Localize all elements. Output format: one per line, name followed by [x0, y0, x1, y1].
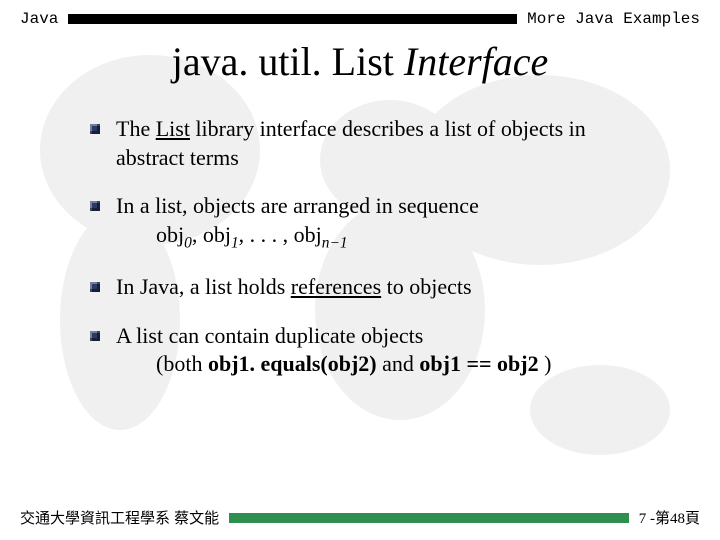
bullet-1: The List library interface describes a l… — [90, 115, 650, 172]
slide-title: java. util. List Interface — [0, 38, 720, 85]
slide-header: Java More Java Examples — [0, 0, 720, 28]
bullet-2: In a list, objects are arranged in seque… — [90, 192, 650, 253]
sequence-notation: obj0, obj1, . . . , objn−1 — [156, 221, 650, 253]
title-interface: Interface — [394, 39, 548, 84]
bullet-3: In Java, a list holds references to obje… — [90, 273, 650, 302]
bullet-list: The List library interface describes a l… — [90, 115, 650, 379]
title-package: java. util. List — [172, 39, 394, 84]
header-left: Java — [20, 10, 68, 28]
bullet-4: A list can contain duplicate objects (bo… — [90, 322, 650, 379]
header-bar — [68, 14, 517, 24]
equals-expr: obj1. equals(obj2) — [208, 351, 377, 376]
footer-right: 7 -第48頁 — [629, 507, 700, 528]
underline-list: List — [156, 116, 190, 141]
header-right: More Java Examples — [517, 10, 700, 28]
underline-references: references — [291, 274, 381, 299]
footer-left: 交通大學資訊工程學系 蔡文能 — [20, 507, 229, 528]
footer-bar — [229, 513, 629, 523]
duplicate-note: (both obj1. equals(obj2) and obj1 == obj… — [156, 350, 650, 379]
slide-footer: 交通大學資訊工程學系 蔡文能 7 -第48頁 — [0, 507, 720, 528]
identity-expr: obj1 == obj2 — [419, 351, 538, 376]
